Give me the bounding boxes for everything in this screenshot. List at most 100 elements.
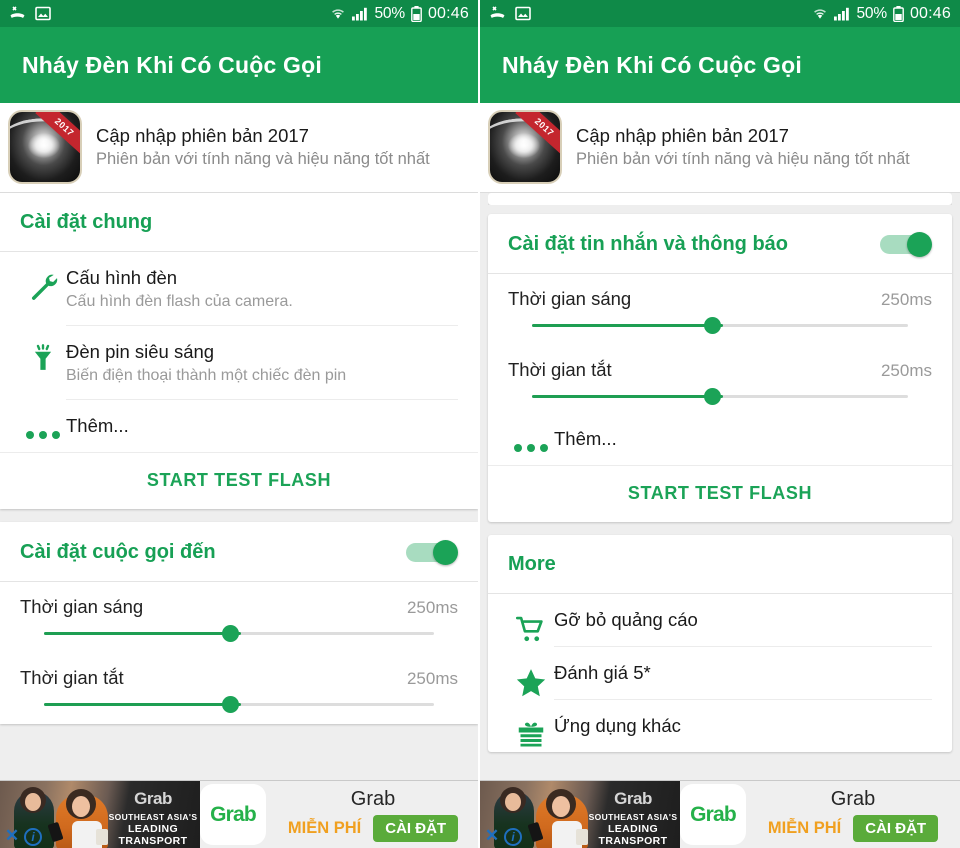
ad-banner[interactable]: Grab SOUTHEAST ASIA'S LEADING TRANSPORT …	[480, 780, 960, 848]
list-item-more[interactable]: Thêm...	[488, 416, 952, 465]
slider-off-duration[interactable]: Thời gian tắt 250ms	[0, 653, 478, 724]
slider-value: 250ms	[880, 361, 932, 380]
more-card-header: More	[488, 535, 952, 594]
ad-logo-text: Grab	[690, 802, 737, 826]
right-scroll-body[interactable]: Cài đặt tin nhắn và thông báo Thời gian …	[480, 193, 960, 848]
message-settings-card: Cài đặt tin nhắn và thông báo Thời gian …	[488, 214, 952, 522]
flashlight-icon	[20, 341, 66, 374]
slider-track-wrap[interactable]	[508, 315, 932, 337]
icon-glow	[28, 132, 61, 158]
ad-info: Grab MIỄN PHÍ CÀI ĐẶT	[746, 781, 960, 848]
start-test-flash-button[interactable]: START TEST FLASH	[0, 452, 478, 509]
list-item-text: Gỡ bỏ quảng cáo	[554, 609, 932, 647]
signal-bars-icon	[833, 7, 849, 20]
general-settings-card: Cài đặt chung Cấu hình đèn Cấu hình đèn …	[0, 193, 478, 509]
flashlight-app-icon: 2017	[488, 109, 562, 184]
slider-thumb[interactable]	[222, 625, 240, 642]
slider-value: 250ms	[406, 669, 458, 688]
info-icon[interactable]: i	[504, 828, 522, 846]
promo-title: Cập nhập phiên bản 2017	[576, 124, 789, 146]
ad-info: Grab MIỄN PHÍ CÀI ĐẶT	[266, 781, 478, 848]
battery-icon	[893, 5, 904, 22]
slider-name: Thời gian sáng	[20, 596, 144, 617]
list-item-title: Đèn pin siêu sáng	[66, 341, 215, 362]
list-item-subtitle: Biến điện thoại thành một chiếc đèn pin	[66, 367, 347, 384]
ad-photo-text: Grab SOUTHEAST ASIA'S LEADING TRANSPORT …	[108, 789, 198, 848]
left-scroll-body[interactable]: Cài đặt chung Cấu hình đèn Cấu hình đèn …	[0, 193, 478, 848]
left-screen: 50% 00:46 Nháy Đèn Khi Có Cuộc Gọi 2017 …	[0, 0, 480, 848]
ad-price-label: MIỄN PHÍ	[767, 818, 842, 837]
ad-tagline-2: LEADING TRANSPORT	[118, 823, 188, 847]
promo-title: Cập nhập phiên bản 2017	[96, 124, 309, 146]
slider-fill	[44, 703, 242, 706]
page-title: Nháy Đèn Khi Có Cuộc Gọi	[22, 51, 322, 78]
status-bar-left-icons	[489, 6, 531, 21]
list-item-more[interactable]: Thêm...	[0, 400, 478, 452]
battery-percent-label: 50%	[856, 4, 888, 22]
close-icon[interactable]: ✕	[482, 826, 502, 846]
ad-banner[interactable]: Grab SOUTHEAST ASIA'S LEADING TRANSPORT …	[0, 780, 478, 848]
list-item-remove-ads[interactable]: Gỡ bỏ quảng cáo	[488, 594, 952, 647]
list-item-title: Ứng dụng khác	[554, 715, 681, 736]
slider-thumb[interactable]	[222, 696, 240, 713]
ad-logo: Grab	[680, 784, 746, 845]
list-item-text: Ứng dụng khác	[554, 715, 932, 752]
list-item-text: Thêm...	[66, 415, 458, 452]
icon-glow	[508, 132, 541, 158]
slider-off-duration[interactable]: Thời gian tắt 250ms	[488, 345, 952, 416]
list-item-title: Thêm...	[554, 428, 617, 449]
slider-on-duration[interactable]: Thời gian sáng 250ms	[0, 582, 478, 653]
start-test-flash-button[interactable]: START TEST FLASH	[488, 465, 952, 522]
list-item-title: Gỡ bỏ quảng cáo	[554, 609, 698, 630]
list-item-light-config[interactable]: Cấu hình đèn Cấu hình đèn flash của came…	[0, 252, 478, 326]
toggle-thumb	[433, 540, 458, 565]
status-bar-left-icons	[9, 6, 51, 21]
slider-fill	[532, 395, 723, 398]
slider-name: Thời gian tắt	[508, 359, 612, 380]
page-title: Nháy Đèn Khi Có Cuộc Gọi	[502, 51, 802, 78]
slider-label-row: Thời gian tắt 250ms	[508, 359, 932, 381]
shopping-cart-icon	[508, 612, 554, 645]
incoming-call-title: Cài đặt cuộc gọi đến	[20, 540, 216, 563]
more-card-title: More	[508, 553, 556, 575]
list-item-super-flashlight[interactable]: Đèn pin siêu sáng Biến điện thoại thành …	[0, 326, 478, 400]
ad-brand-overlay: Grab	[614, 789, 652, 808]
incoming-call-header: Cài đặt cuộc gọi đến	[0, 522, 478, 582]
slider-track-wrap[interactable]	[20, 694, 458, 716]
slider-label-row: Thời gian sáng 250ms	[508, 288, 932, 310]
message-settings-toggle[interactable]	[880, 232, 932, 257]
list-item-rate-app[interactable]: Đánh giá 5*	[488, 647, 952, 700]
status-bar: 50% 00:46	[480, 0, 960, 27]
slider-thumb[interactable]	[703, 388, 721, 405]
slider-track-wrap[interactable]	[20, 623, 458, 645]
ad-logo: Grab	[200, 784, 266, 845]
slider-value: 250ms	[406, 598, 458, 617]
ad-photo-text: Grab SOUTHEAST ASIA'S LEADING TRANSPORT …	[588, 789, 678, 848]
list-item-text: Đèn pin siêu sáng Biến điện thoại thành …	[66, 341, 458, 400]
slider-on-duration[interactable]: Thời gian sáng 250ms	[488, 274, 952, 345]
slider-value: 250ms	[880, 290, 932, 309]
list-item-other-apps[interactable]: Ứng dụng khác	[488, 700, 952, 752]
ad-app-name: Grab	[350, 787, 396, 810]
slider-track-wrap[interactable]	[508, 386, 932, 408]
ad-logo-text: Grab	[210, 802, 257, 826]
battery-percent-label: 50%	[374, 4, 406, 22]
dual-screenshot-container: 50% 00:46 Nháy Đèn Khi Có Cuộc Gọi 2017 …	[0, 0, 960, 848]
status-bar-right-icons: 50% 00:46	[330, 5, 469, 23]
ad-install-button[interactable]: CÀI ĐẶT	[373, 814, 459, 842]
promo-banner[interactable]: 2017 Cập nhập phiên bản 2017 Phiên bản v…	[0, 103, 478, 193]
ad-price-label: MIỄN PHÍ	[287, 818, 362, 837]
list-item-subtitle: Cấu hình đèn flash của camera.	[66, 293, 293, 310]
ad-install-button[interactable]: CÀI ĐẶT	[853, 814, 939, 842]
toggle-thumb	[907, 232, 932, 257]
app-bar: Nháy Đèn Khi Có Cuộc Gọi	[480, 27, 960, 103]
slider-thumb[interactable]	[703, 317, 721, 334]
incoming-call-toggle[interactable]	[406, 540, 458, 565]
slider-fill	[532, 324, 723, 327]
info-icon[interactable]: i	[24, 828, 42, 846]
ad-photo: Grab SOUTHEAST ASIA'S LEADING TRANSPORT …	[480, 781, 680, 848]
promo-banner[interactable]: 2017 Cập nhập phiên bản 2017 Phiên bản v…	[480, 103, 960, 193]
status-bar-clock: 00:46	[427, 4, 469, 22]
ad-tagline-1: SOUTHEAST ASIA'S	[108, 812, 198, 822]
close-icon[interactable]: ✕	[2, 826, 22, 846]
